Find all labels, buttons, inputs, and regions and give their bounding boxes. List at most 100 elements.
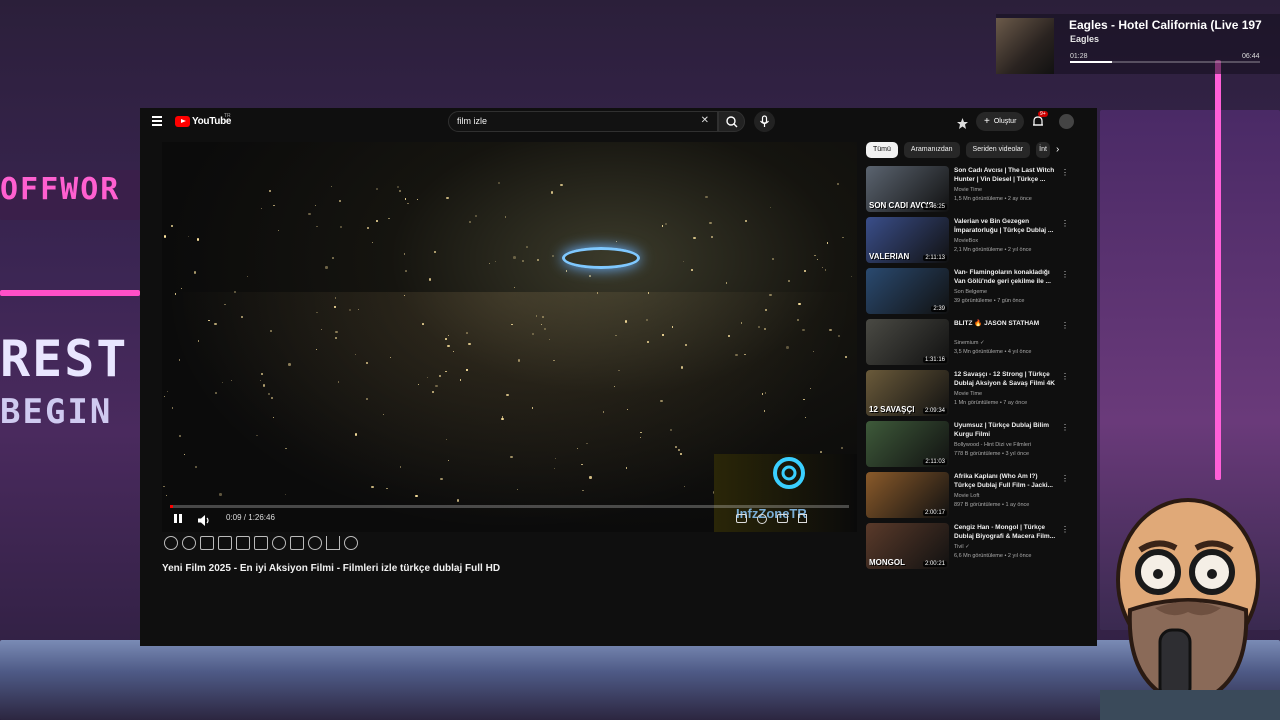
clear-search-icon[interactable]: ✕ [701, 115, 709, 126]
chip-from-series[interactable]: Seriden videolar [965, 142, 1031, 158]
loop-icon[interactable] [164, 536, 178, 550]
city-light [396, 185, 399, 188]
theater-mode-icon[interactable] [777, 514, 788, 523]
more-options-icon[interactable]: ⋮ [1061, 372, 1069, 381]
city-light [468, 220, 472, 224]
filter-icon[interactable] [326, 536, 340, 550]
video-player[interactable]: InfzZoneTR 0:09 / 1:26:46 [162, 142, 857, 532]
recommendation-channel[interactable]: Son Belgeme [954, 289, 987, 295]
recommendation-thumbnail[interactable]: 2:00:17 [866, 472, 949, 518]
account-avatar[interactable] [1059, 114, 1074, 129]
city-light [504, 216, 507, 218]
chip-related[interactable]: İnt [1036, 142, 1050, 158]
more-options-icon[interactable]: ⋮ [1061, 270, 1069, 279]
voice-search-button[interactable] [754, 111, 775, 132]
city-light [705, 195, 708, 199]
recommendation-title[interactable]: Uyumsuz | Türkçe Dublaj Bilim Kurgu Film… [954, 421, 1058, 439]
duration-badge: 2:00:17 [922, 510, 947, 516]
recommendation-thumbnail[interactable]: 2:11:03 [866, 421, 949, 467]
recommendation-title[interactable]: Van- Flamingoların konakladığı Van Gölü'… [954, 268, 1058, 286]
chip-all[interactable]: Tümü [866, 142, 898, 158]
city-light [474, 215, 478, 218]
pause-button[interactable] [174, 514, 182, 523]
recommendation-channel[interactable]: Movie Loft [954, 493, 979, 499]
search-button[interactable] [718, 111, 745, 132]
extension-icon[interactable] [957, 116, 968, 129]
recommendation-item[interactable]: 2:00:17 Afrika Kaplanı (Who Am I?) Türkçe… [866, 472, 1069, 520]
picture-in-picture-icon[interactable] [200, 536, 214, 550]
popup-icon[interactable] [290, 536, 304, 550]
recommendation-chips: Tümü Aramanızdan Seriden videolar İnt › [866, 142, 1059, 158]
youtube-logo-icon[interactable] [175, 116, 190, 127]
now-playing-artist: Eagles [1070, 34, 1100, 44]
city-light [682, 261, 684, 263]
recommendation-title[interactable]: Son Cadı Avcısı | The Last Witch Hunter … [954, 166, 1058, 184]
menu-icon[interactable] [152, 116, 162, 126]
notification-badge: 9+ [1038, 111, 1048, 117]
mini-player-icon[interactable] [236, 536, 250, 550]
recommendation-channel[interactable]: Movie Time [954, 187, 982, 193]
recommendation-thumbnail[interactable]: SON CADI AVCIS 1:46:25 [866, 166, 949, 212]
more-options-icon[interactable]: ⋮ [1061, 219, 1069, 228]
recommendation-thumbnail[interactable]: VALERIAN 2:11:13 [866, 217, 949, 263]
city-light [399, 189, 402, 192]
speed-icon[interactable] [272, 536, 286, 550]
recommendation-item[interactable]: 2:11:03 Uyumsuz | Türkçe Dublaj Bilim Kur… [866, 421, 1069, 469]
recommendation-thumbnail[interactable]: 1:31:16 [866, 319, 949, 365]
recommendation-meta: 39 görüntüleme • 7 gün önce [954, 298, 1025, 304]
subtitles-icon[interactable] [736, 514, 747, 523]
recommendation-title[interactable]: Valerian ve Bin Gezegen İmparatorluğu | … [954, 217, 1058, 235]
city-light [514, 286, 516, 289]
recommendation-item[interactable]: VALERIAN 2:11:13 Valerian ve Bin Gezegen İ… [866, 217, 1069, 265]
gear-icon[interactable] [344, 536, 358, 550]
video-title: Yeni Film 2025 - En iyi Aksiyon Filmi - … [162, 563, 501, 574]
recommendation-item[interactable]: SON CADI AVCIS 1:46:25 Son Cadı Avcısı | T… [866, 166, 1069, 214]
city-light [745, 220, 748, 223]
recommendation-thumbnail[interactable]: 2:39 [866, 268, 949, 314]
recommendation-thumbnail[interactable]: 12 SAVAŞÇI 2:09:34 [866, 370, 949, 416]
settings-icon[interactable] [757, 514, 767, 524]
city-light [388, 218, 390, 220]
recommendation-title[interactable]: Cengiz Han - Mongol | Türkçe Dublaj Biyo… [954, 523, 1058, 541]
more-options-icon[interactable]: ⋮ [1061, 168, 1069, 177]
recommendation-item[interactable]: MONGOL 2:00:21 Cengiz Han - Mongol | Türkç… [866, 523, 1069, 571]
expand-icon[interactable] [254, 536, 268, 550]
city-light [550, 191, 554, 194]
more-options-icon[interactable]: ⋮ [1061, 525, 1069, 534]
more-options-icon[interactable]: ⋮ [1061, 321, 1069, 330]
audio-icon[interactable] [182, 536, 196, 550]
recommendation-channel[interactable]: MovieBox [954, 238, 978, 244]
city-light [277, 229, 279, 231]
chip-from-search[interactable]: Aramanızdan [903, 142, 960, 158]
create-button[interactable]: + Oluştur [976, 112, 1025, 131]
search-input[interactable]: film izle ✕ [448, 111, 718, 132]
city-light [404, 198, 407, 200]
more-options-icon[interactable]: ⋮ [1061, 474, 1069, 483]
neon-pole [1215, 60, 1221, 480]
recommendation-channel[interactable]: Movie Time [954, 391, 982, 397]
recommendation-channel[interactable]: Bollywood - Hint Dizi ve Filmleri [954, 442, 1031, 448]
now-playing-title: Eagles - Hotel California (Live 197 [1069, 18, 1262, 32]
floor [0, 640, 1280, 720]
fullscreen-icon[interactable] [798, 514, 807, 523]
cinema-icon[interactable] [218, 536, 232, 550]
recommendation-item[interactable]: 2:39 Van- Flamingoların konakladığı Van G… [866, 268, 1069, 316]
neon-stripe [0, 290, 140, 296]
recommendation-item[interactable]: 1:31:16 BLITZ 🔥 JASON STATHAM Sinemium ✓ 3,… [866, 319, 1069, 367]
screenshot-icon[interactable] [308, 536, 322, 550]
recommendation-title[interactable]: 12 Savaşçı - 12 Strong | Türkçe Dublaj A… [954, 370, 1058, 388]
city-light [315, 204, 317, 206]
recommendation-item[interactable]: 12 SAVAŞÇI 2:09:34 12 Savaşçı - 12 Strong … [866, 370, 1069, 418]
recommendation-thumbnail[interactable]: MONGOL 2:00:21 [866, 523, 949, 569]
seek-bar[interactable] [170, 505, 849, 508]
recommendation-title[interactable]: Afrika Kaplanı (Who Am I?) Türkçe Dublaj… [954, 472, 1058, 490]
seek-bar-fill [170, 505, 174, 508]
volume-button[interactable] [198, 513, 210, 531]
recommendation-channel[interactable]: Sinemium ✓ [954, 340, 985, 346]
chevron-right-icon[interactable]: › [1056, 142, 1059, 158]
more-options-icon[interactable]: ⋮ [1061, 423, 1069, 432]
recommendation-title[interactable]: BLITZ 🔥 JASON STATHAM [954, 319, 1058, 328]
recommendation-channel[interactable]: Tivil ✓ [954, 544, 970, 550]
city-light [194, 271, 197, 274]
notifications-button[interactable]: 9+ [1032, 111, 1048, 128]
